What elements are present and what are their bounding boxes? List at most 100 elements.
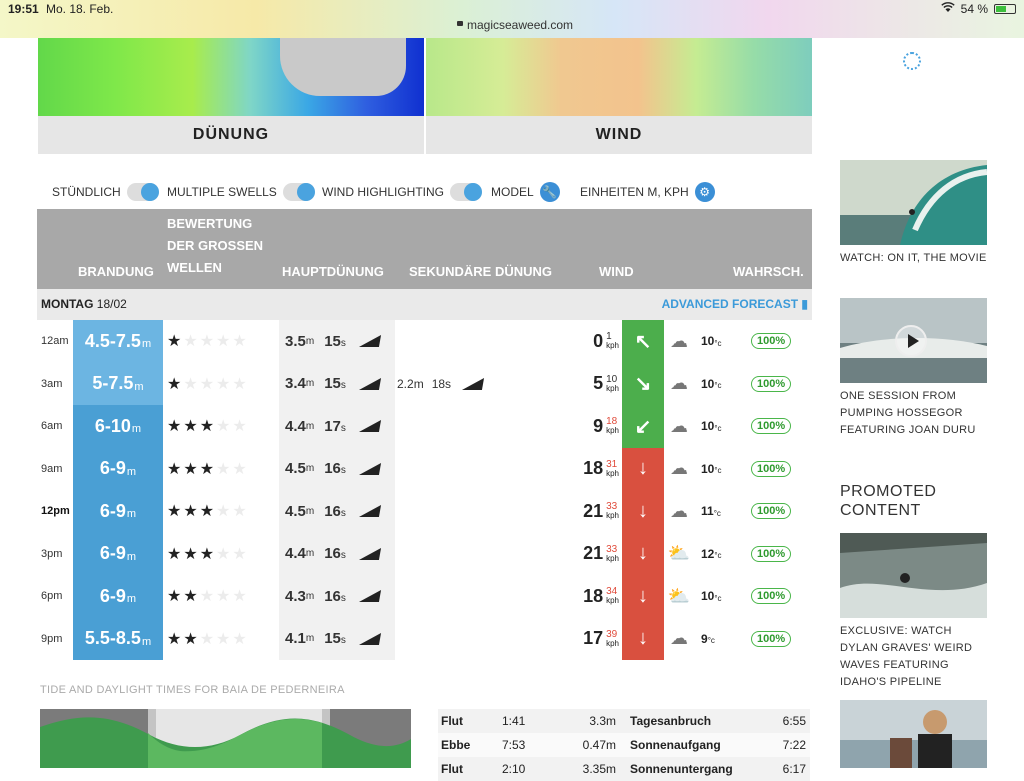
video-thumbnail-3[interactable] xyxy=(840,533,987,618)
lock-icon xyxy=(457,21,463,26)
video-caption-2[interactable]: ONE SESSION FROM PUMPING HOSSEGOR FEATUR… xyxy=(840,388,990,439)
forecast-row[interactable]: 9pm 5.5-8.5 m ★ ★ ★ ★ ★ 4.1 m 15s 17 39 kph ↓ ☁ 9 °c 100% xyxy=(37,617,812,661)
multiple-swells-toggle[interactable]: MULTIPLE SWELLS xyxy=(167,182,315,202)
video-caption-3[interactable]: EXCLUSIVE: WATCH DYLAN GRAVES' WEIRD WAV… xyxy=(840,623,990,691)
tide-type: Flut xyxy=(441,714,463,728)
star-icon: ★ xyxy=(216,630,233,648)
tide-row: Flut 2:10 3.35m Sonnenuntergang 6:17 xyxy=(438,757,810,781)
status-bar: 19:51 Mo. 18. Feb. magicseaweed.com 54 % xyxy=(0,0,1024,38)
probability: 100% xyxy=(751,363,792,406)
forecast-row[interactable]: 3am 5-7.5 m ★ ★ ★ ★ ★ 3.4 m 15s 2.2m 18s 5 10 kph ↘ ☁ 10 °c… xyxy=(37,362,812,406)
row-time: 3pm xyxy=(41,547,63,560)
video-caption-1[interactable]: WATCH: ON IT, THE MOVIE xyxy=(840,250,990,267)
url-bar[interactable]: magicseaweed.com xyxy=(467,18,573,32)
star-rating: ★ ★ ★ ★ ★ xyxy=(167,490,249,533)
header-probability: WAHRSCH. xyxy=(733,264,804,279)
header-surf: BRANDUNG xyxy=(78,264,154,279)
wind-direction-arrow-icon: ↓ xyxy=(622,532,664,575)
swell-direction-icon xyxy=(358,377,381,390)
play-icon[interactable] xyxy=(895,325,927,357)
probability-badge: 100% xyxy=(751,588,792,605)
tide-time: 7:53 xyxy=(502,738,526,752)
wind-speed: 21 33 kph xyxy=(583,543,619,564)
daylight-time: 6:17 xyxy=(782,762,806,776)
advanced-forecast-link[interactable]: ADVANCED FORECAST ▮ xyxy=(662,297,808,311)
daylight-label: Sonnenaufgang xyxy=(630,738,721,752)
weather-cloud-icon: ☁ xyxy=(670,500,688,521)
star-icon: ★ xyxy=(232,333,249,351)
star-rating: ★ ★ ★ ★ ★ xyxy=(167,363,249,406)
primary-swell: 4.4 m 17s xyxy=(285,405,381,448)
units-button[interactable]: EINHEITEN M, KPH ⚙ xyxy=(580,182,715,202)
hourly-switch[interactable] xyxy=(126,183,159,201)
star-icon: ★ xyxy=(232,588,249,606)
header-wind: WIND xyxy=(599,264,634,279)
wifi-icon xyxy=(940,2,955,16)
swell-map-label[interactable]: DÜNUNG xyxy=(38,116,424,154)
swell-direction-icon xyxy=(461,377,485,390)
star-icon: ★ xyxy=(232,418,249,436)
temperature: 10 °c xyxy=(701,419,722,434)
battery-icon xyxy=(994,4,1016,14)
model-label: MODEL xyxy=(491,185,534,199)
star-icon: ★ xyxy=(216,375,233,393)
video-thumbnail-1[interactable] xyxy=(840,160,988,245)
multiple-swells-switch[interactable] xyxy=(282,183,315,201)
forecast-row[interactable]: 6am 6-10 m ★ ★ ★ ★ ★ 4.4 m 17s 9 18 kph ↙ ☁ 10 °c 100% xyxy=(37,405,812,448)
probability: 100% xyxy=(751,320,792,363)
star-icon: ★ xyxy=(167,630,184,648)
surf-height: 6-9 m xyxy=(99,500,137,521)
wind-direction-arrow-icon: ↖ xyxy=(622,320,664,363)
video-thumbnail-4[interactable] xyxy=(840,700,987,768)
wind-speed: 21 33 kph xyxy=(583,500,619,521)
star-icon: ★ xyxy=(232,630,249,648)
primary-swell: 4.3 m 16s xyxy=(285,575,381,618)
wind-speed: 18 34 kph xyxy=(583,585,619,606)
header-rating: BEWERTUNG DER GROSSEN WELLEN xyxy=(167,216,264,275)
battery-percent: 54 % xyxy=(960,2,988,16)
hourly-toggle[interactable]: STÜNDLICH xyxy=(52,182,159,202)
status-date: Mo. 18. Feb. xyxy=(46,2,114,16)
wind-map[interactable] xyxy=(426,38,812,116)
forecast-row[interactable]: 12am 4.5-7.5 m ★ ★ ★ ★ ★ 3.5 m 15s 0 1 kph ↖ ☁ 10 °c 100% xyxy=(37,320,812,363)
forecast-row[interactable]: 3pm 6-9 m ★ ★ ★ ★ ★ 4.4 m 16s 21 33 kph ↓ ⛅ 12 °c 100% xyxy=(37,532,812,575)
swell-direction-icon xyxy=(358,590,381,603)
wind-speed: 9 18 kph xyxy=(593,415,619,436)
temperature: 10 °c xyxy=(701,461,722,476)
star-icon: ★ xyxy=(183,333,200,351)
primary-swell: 4.1 m 15s xyxy=(285,618,381,661)
wind-direction-arrow-icon: ↘ xyxy=(622,362,664,405)
wind-direction-arrow-icon: ↓ xyxy=(622,617,664,660)
forecast-row[interactable]: 9am 6-9 m ★ ★ ★ ★ ★ 4.5 m 16s 18 31 kph ↓ ☁ 10 °c 100% xyxy=(37,447,812,490)
wrench-icon[interactable]: 🔧 xyxy=(539,182,560,202)
star-icon: ★ xyxy=(183,588,200,606)
wind-highlighting-toggle[interactable]: WIND HIGHLIGHTING xyxy=(322,182,482,202)
tide-row: Flut 1:41 3.3m Tagesanbruch 6:55 xyxy=(438,709,810,733)
video-thumbnail-2[interactable] xyxy=(840,298,987,383)
temperature: 10 °c xyxy=(701,589,722,604)
forecast-row[interactable]: 12pm 6-9 m ★ ★ ★ ★ ★ 4.5 m 16s 21 33 kph ↓ ☁ 11 °c 100% xyxy=(37,490,812,533)
tide-type: Flut xyxy=(441,762,463,776)
weather-cloud-icon: ⛅ xyxy=(667,543,691,564)
day-row: MONTAG 18/02 ADVANCED FORECAST ▮ xyxy=(37,289,812,320)
status-time: 19:51 xyxy=(8,2,39,16)
probability-badge: 100% xyxy=(751,545,792,562)
weather-cloud-icon: ☁ xyxy=(670,330,688,351)
probability: 100% xyxy=(751,405,792,448)
forecast-row[interactable]: 6pm 6-9 m ★ ★ ★ ★ ★ 4.3 m 16s 18 34 kph ↓ ⛅ 10 °c 100% xyxy=(37,575,812,618)
gear-icon[interactable]: ⚙ xyxy=(694,182,715,202)
units-label: EINHEITEN M, KPH xyxy=(580,185,689,199)
probability-badge: 100% xyxy=(751,333,792,350)
surf-height: 6-10 m xyxy=(94,415,142,436)
wind-direction-arrow-icon: ↓ xyxy=(622,447,664,490)
swell-direction-icon xyxy=(358,462,381,475)
swell-map[interactable] xyxy=(38,38,424,116)
star-icon: ★ xyxy=(199,460,217,478)
tide-chart[interactable] xyxy=(40,709,411,768)
model-button[interactable]: MODEL 🔧 xyxy=(491,182,560,202)
wind-highlighting-switch[interactable] xyxy=(450,183,482,201)
star-icon: ★ xyxy=(216,503,233,521)
star-icon: ★ xyxy=(167,460,184,478)
wind-map-label[interactable]: WIND xyxy=(426,116,812,154)
header-secondary-swell: SEKUNDÄRE DÜNUNG xyxy=(409,264,553,279)
